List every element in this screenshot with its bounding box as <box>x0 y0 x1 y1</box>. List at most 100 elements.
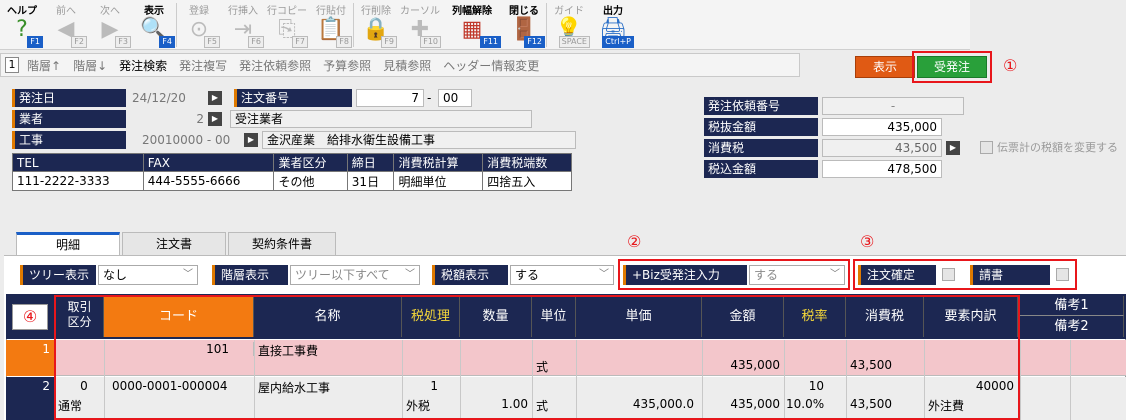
toolbar: ヘルプ? F1 前へ ◀ F2 次へ ▶ F3 表示 🔍 F4 登録 ⊙ F5 行挿入 ⇥ F6 行コピー ⎘ F7 行… <box>0 0 970 50</box>
vendor-code: 2 <box>196 112 204 126</box>
order-copy-button[interactable]: 発注複写 <box>173 57 233 74</box>
toolbar-button-f6[interactable]: 行挿入 ⇥ F6 <box>221 0 265 50</box>
toolbar-button-f3[interactable]: 次へ ▶ F3 <box>88 0 132 50</box>
toolbar-button-f8[interactable]: 行貼付 📋 F8 <box>309 0 353 50</box>
function-key-badge: F9 <box>381 36 397 48</box>
order-request-ref-button[interactable]: 発注依頼参照 <box>233 57 317 74</box>
toolbar-button-label: 出力 <box>603 6 623 17</box>
marker-4: ④ <box>12 304 48 330</box>
taxshow-select[interactable]: する ﹀ <box>510 265 614 285</box>
function-key-badge: F1 <box>27 36 43 48</box>
tab-contract[interactable]: 契約条件書 <box>228 232 336 256</box>
grid-divider <box>1070 340 1071 420</box>
toolbar-button-f4[interactable]: 表示 🔍 F4 <box>132 0 176 50</box>
toolbar-button-f1[interactable]: ヘルプ? F1 <box>0 0 44 50</box>
marker-1: ① <box>1003 56 1018 75</box>
function-key-badge: F10 <box>420 36 441 48</box>
tab-detail[interactable]: 明細 <box>16 232 120 256</box>
toolbar-button-f10[interactable]: カーソル ✚ F10 <box>398 0 442 50</box>
budget-ref-button[interactable]: 予算参照 <box>317 57 377 74</box>
function-key-badge: F7 <box>292 36 308 48</box>
order-date-label: 発注日 <box>12 89 126 107</box>
sub-toolbar: 1 階層↑ 階層↓ 発注検索 発注複写 発注依頼参照 予算参照 見積参照 ヘッダ… <box>0 53 800 77</box>
order-date-value: 24/12/20 <box>132 91 186 105</box>
col-note2-header[interactable]: 備考2 <box>1020 316 1124 337</box>
subtotal-label: 税抜金額 <box>704 118 818 136</box>
toolbar-button-f7[interactable]: 行コピー ⎘ F7 <box>265 0 309 50</box>
tax-edit-button[interactable]: ▶ <box>946 141 960 155</box>
marker-2: ② <box>627 232 642 251</box>
tax-rounding-value: 四捨五入 <box>482 171 572 191</box>
function-key-badge: F11 <box>480 36 501 48</box>
toolbar-button-label: 行削除 <box>361 6 391 17</box>
toolbar-button-label: 表示 <box>144 6 164 17</box>
toolbar-button-label: ヘルプ <box>7 6 37 17</box>
closing-day-header: 締日 <box>346 153 395 172</box>
vendor-type-value: その他 <box>273 171 348 191</box>
vendor-name: 受注業者 <box>230 110 532 128</box>
project-pick-button[interactable]: ▶ <box>244 133 258 147</box>
vendor-type-header: 業者区分 <box>273 153 348 172</box>
function-key-badge: SPACE <box>558 36 590 48</box>
level-select[interactable]: ツリー以下すべて ﹀ <box>290 265 420 285</box>
estimate-ref-button[interactable]: 見積参照 <box>377 57 437 74</box>
order-no-input[interactable]: 7 <box>356 89 424 107</box>
tab-order-sheet[interactable]: 注文書 <box>122 232 226 256</box>
change-tax-checkbox[interactable] <box>980 141 993 154</box>
col-note1-header[interactable]: 備考1 <box>1020 296 1124 316</box>
highlight-box-1 <box>912 51 992 83</box>
marker-3: ③ <box>860 232 875 251</box>
fax-header: FAX <box>142 153 275 172</box>
toolbar-button-label: 次へ <box>100 6 120 17</box>
tax-calc-value: 明細単位 <box>393 171 484 191</box>
tel-value: 111-2222-3333 <box>12 171 144 191</box>
tax-value: 43,500 <box>822 139 942 157</box>
grid-divider <box>1020 340 1021 420</box>
vendor-info-table: TEL FAX 業者区分 締日 消費税計算 消費税端数 111-2222-333… <box>12 153 572 191</box>
tree-select[interactable]: なし ﹀ <box>98 265 198 285</box>
toolbar-button-f11[interactable]: 列幅解除 ▦ F11 <box>442 0 502 50</box>
function-key-badge: F6 <box>248 36 264 48</box>
chevron-down-icon: ﹀ <box>405 269 415 280</box>
toolbar-button-label: 行貼付 <box>316 6 346 17</box>
row-number[interactable]: 2 <box>6 377 54 420</box>
chevron-down-icon: ﹀ <box>183 269 193 280</box>
show-button[interactable]: 表示 <box>855 56 915 78</box>
project-label: 工事 <box>12 131 126 149</box>
toolbar-button-label: 前へ <box>56 6 76 17</box>
vendor-label: 業者 <box>12 110 126 128</box>
header-change-button[interactable]: ヘッダー情報変更 <box>437 57 545 74</box>
toolbar-button-f2[interactable]: 前へ ◀ F2 <box>44 0 88 50</box>
function-key-badge: F2 <box>71 36 87 48</box>
level-number: 1 <box>5 57 19 73</box>
total-value: 478,500 <box>822 160 942 178</box>
toolbar-button-label: 登録 <box>189 6 209 17</box>
order-search-button[interactable]: 発注検索 <box>113 57 173 74</box>
tax-label: 消費税 <box>704 139 818 157</box>
level-down-button[interactable]: 階層↓ <box>67 57 113 74</box>
date-picker-button[interactable]: ▶ <box>208 91 222 105</box>
highlight-box-4 <box>54 295 1020 420</box>
vendor-pick-button[interactable]: ▶ <box>208 112 222 126</box>
toolbar-button-f9[interactable]: 行削除 🔒 F9 <box>354 0 398 50</box>
toolbar-button-label: 行挿入 <box>228 6 258 17</box>
toolbar-button-space[interactable]: ガイド 💡 SPACE <box>547 0 591 50</box>
order-branch-input[interactable]: 00 <box>438 89 472 107</box>
order-no-label: 注文番号 <box>234 89 352 107</box>
function-key-badge: F4 <box>159 36 175 48</box>
highlight-box-2 <box>618 259 850 290</box>
level-up-button[interactable]: 階層↑ <box>21 57 67 74</box>
project-code: 20010000 - 00 <box>142 133 231 147</box>
tax-rounding-header: 消費税端数 <box>482 153 572 172</box>
toolbar-button-f12[interactable]: 閉じる 🚪 F12 <box>502 0 546 50</box>
project-name: 金沢産業 給排水衛生設備工事 <box>262 131 576 149</box>
toolbar-button-f5[interactable]: 登録 ⊙ F5 <box>177 0 221 50</box>
change-tax-label: 伝票計の税額を変更する <box>997 141 1118 154</box>
taxshow-select-value: する <box>515 268 540 282</box>
function-key-badge: Ctrl+P <box>602 36 634 48</box>
order-no-separator: - <box>427 91 432 105</box>
request-no-label: 発注依頼番号 <box>704 97 818 115</box>
row-number[interactable]: 1 <box>6 340 54 376</box>
taxshow-label: 税額表示 <box>432 265 508 285</box>
toolbar-button-ctrl-p[interactable]: 出力 🖨 Ctrl+P <box>591 0 635 50</box>
